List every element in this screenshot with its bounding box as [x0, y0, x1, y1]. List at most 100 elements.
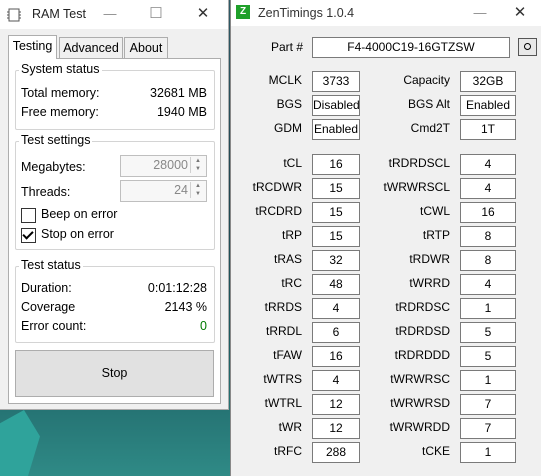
timing-label: tRCDRD [255, 204, 302, 218]
minimize-button[interactable]: — [100, 5, 120, 23]
total-memory-label: Total memory: [21, 86, 100, 100]
timing-value-field: 1 [460, 442, 516, 463]
info-label: GDM [274, 121, 302, 135]
timing-value-field: 16 [312, 154, 360, 175]
timing-label: tRRDL [265, 324, 302, 338]
info-label: Cmd2T [410, 121, 450, 135]
free-memory-value: 1940 MB [156, 105, 207, 119]
system-status-title: System status [19, 62, 102, 76]
info-value-field: 3733 [312, 71, 360, 92]
threads-value: 24 [174, 183, 188, 197]
timing-label: tRDRDSD [395, 324, 450, 338]
timing-value-field: 7 [460, 394, 516, 415]
spin-down-icon[interactable]: ▼ [191, 190, 205, 198]
info-value-field: Enabled [460, 95, 516, 116]
timing-label: tFAW [273, 348, 302, 362]
timing-label: tWRWRDD [389, 420, 450, 434]
timing-label: tRP [281, 228, 302, 242]
tab-testing[interactable]: Testing [8, 35, 57, 59]
error-count-row: Error count: 0 [21, 319, 207, 335]
timing-label: tCWL [420, 204, 450, 218]
coverage-row: Coverage 2143 % [21, 300, 207, 316]
info-value-field: Enabled [312, 119, 360, 140]
minimize-button[interactable]: — [470, 4, 490, 22]
timing-value-field: 8 [460, 226, 516, 247]
info-value-field: 1T [460, 119, 516, 140]
coverage-value: 2143 % [164, 300, 207, 314]
free-memory-label: Free memory: [21, 105, 99, 119]
part-number-field: F4-4000C19-16GTZSW [312, 37, 510, 58]
stop-button[interactable]: Stop [15, 350, 214, 397]
timing-label: tRCDWR [252, 180, 302, 194]
duration-value: 0:01:12:28 [147, 281, 207, 295]
timing-value-field: 1 [460, 298, 516, 319]
free-memory-row: Free memory: 1940 MB [21, 105, 207, 121]
testing-panel: System status Total memory: 32681 MB Fre… [8, 58, 221, 404]
info-value-field: 32GB [460, 71, 516, 92]
spin-up-icon[interactable]: ▲ [191, 182, 205, 190]
tab-about[interactable]: About [124, 37, 168, 59]
error-count-value: 0 [200, 319, 207, 333]
megabytes-label: Megabytes: [21, 160, 86, 174]
maximize-button[interactable]: ☐ [146, 5, 166, 23]
spin-up-icon[interactable]: ▲ [191, 157, 205, 165]
timing-label: tWRWRSD [390, 396, 450, 410]
timing-value-field: 5 [460, 322, 516, 343]
part-number-label: Part # [270, 40, 303, 54]
timing-value-field: 4 [312, 370, 360, 391]
timing-value-field: 1 [460, 370, 516, 391]
timing-value-field: 288 [312, 442, 360, 463]
stop-on-error-label[interactable]: Stop on error [41, 227, 114, 241]
close-button[interactable]: ✕ [510, 4, 530, 22]
timing-value-field: 8 [460, 250, 516, 271]
threads-spin-arrows[interactable]: ▲ ▼ [190, 182, 205, 198]
timing-value-field: 15 [312, 178, 360, 199]
zentimings-window: Z ZenTimings 1.0.4 — ✕ Part # F4-4000C19… [230, 0, 541, 476]
zentimings-logo-icon: Z [236, 5, 250, 19]
timing-label: tRAS [273, 252, 302, 266]
timing-label: tRDRDDD [394, 348, 450, 362]
info-label: BGS [276, 97, 302, 111]
timing-label: tRFC [274, 444, 302, 458]
spin-down-icon[interactable]: ▼ [191, 165, 205, 173]
timing-label: tWRWRSC [390, 372, 450, 386]
ramtest-title: RAM Test [32, 7, 86, 21]
threads-label: Threads: [21, 185, 71, 199]
timing-label: tWTRL [264, 396, 302, 410]
timing-value-field: 4 [460, 154, 516, 175]
timing-value-field: 16 [460, 202, 516, 223]
timing-value-field: 12 [312, 394, 360, 415]
timing-label: tRC [281, 276, 302, 290]
timing-value-field: 48 [312, 274, 360, 295]
timing-value-field: 4 [312, 298, 360, 319]
test-status-group: Test status Duration: 0:01:12:28 Coverag… [15, 258, 215, 343]
tab-advanced[interactable]: Advanced [59, 37, 123, 59]
coverage-label: Coverage [21, 300, 76, 314]
timing-value-field: 32 [312, 250, 360, 271]
beep-on-error-label[interactable]: Beep on error [41, 207, 117, 221]
timing-value-field: 15 [312, 202, 360, 223]
ramtest-titlebar[interactable]: RAM Test — ☐ ✕ [0, 0, 228, 29]
error-count-label: Error count: [21, 319, 87, 333]
close-button[interactable]: ✕ [193, 5, 213, 23]
timing-label: tCL [283, 156, 302, 170]
zentimings-titlebar[interactable]: Z ZenTimings 1.0.4 — ✕ [231, 0, 541, 26]
timing-value-field: 7 [460, 418, 516, 439]
timing-value-field: 16 [312, 346, 360, 367]
timing-label: tWRWRSCL [383, 180, 450, 194]
threads-stepper[interactable]: 24 ▲ ▼ [120, 180, 207, 202]
timing-value-field: 4 [460, 274, 516, 295]
screenshot-icon[interactable] [518, 38, 537, 56]
megabytes-stepper[interactable]: 28000 ▲ ▼ [120, 155, 207, 177]
duration-row: Duration: 0:01:12:28 [21, 281, 207, 297]
timing-label: tRTP [422, 228, 450, 242]
timing-label: tRDRDSC [395, 300, 450, 314]
stop-on-error-checkbox[interactable] [21, 228, 36, 243]
timing-label: tRRDS [264, 300, 302, 314]
zentimings-title: ZenTimings 1.0.4 [258, 6, 355, 20]
beep-on-error-checkbox[interactable] [21, 208, 36, 223]
total-memory-value: 32681 MB [150, 86, 207, 100]
megabytes-spin-arrows[interactable]: ▲ ▼ [190, 157, 205, 173]
total-memory-row: Total memory: 32681 MB [21, 86, 207, 102]
info-value-field: Disabled [312, 95, 360, 116]
